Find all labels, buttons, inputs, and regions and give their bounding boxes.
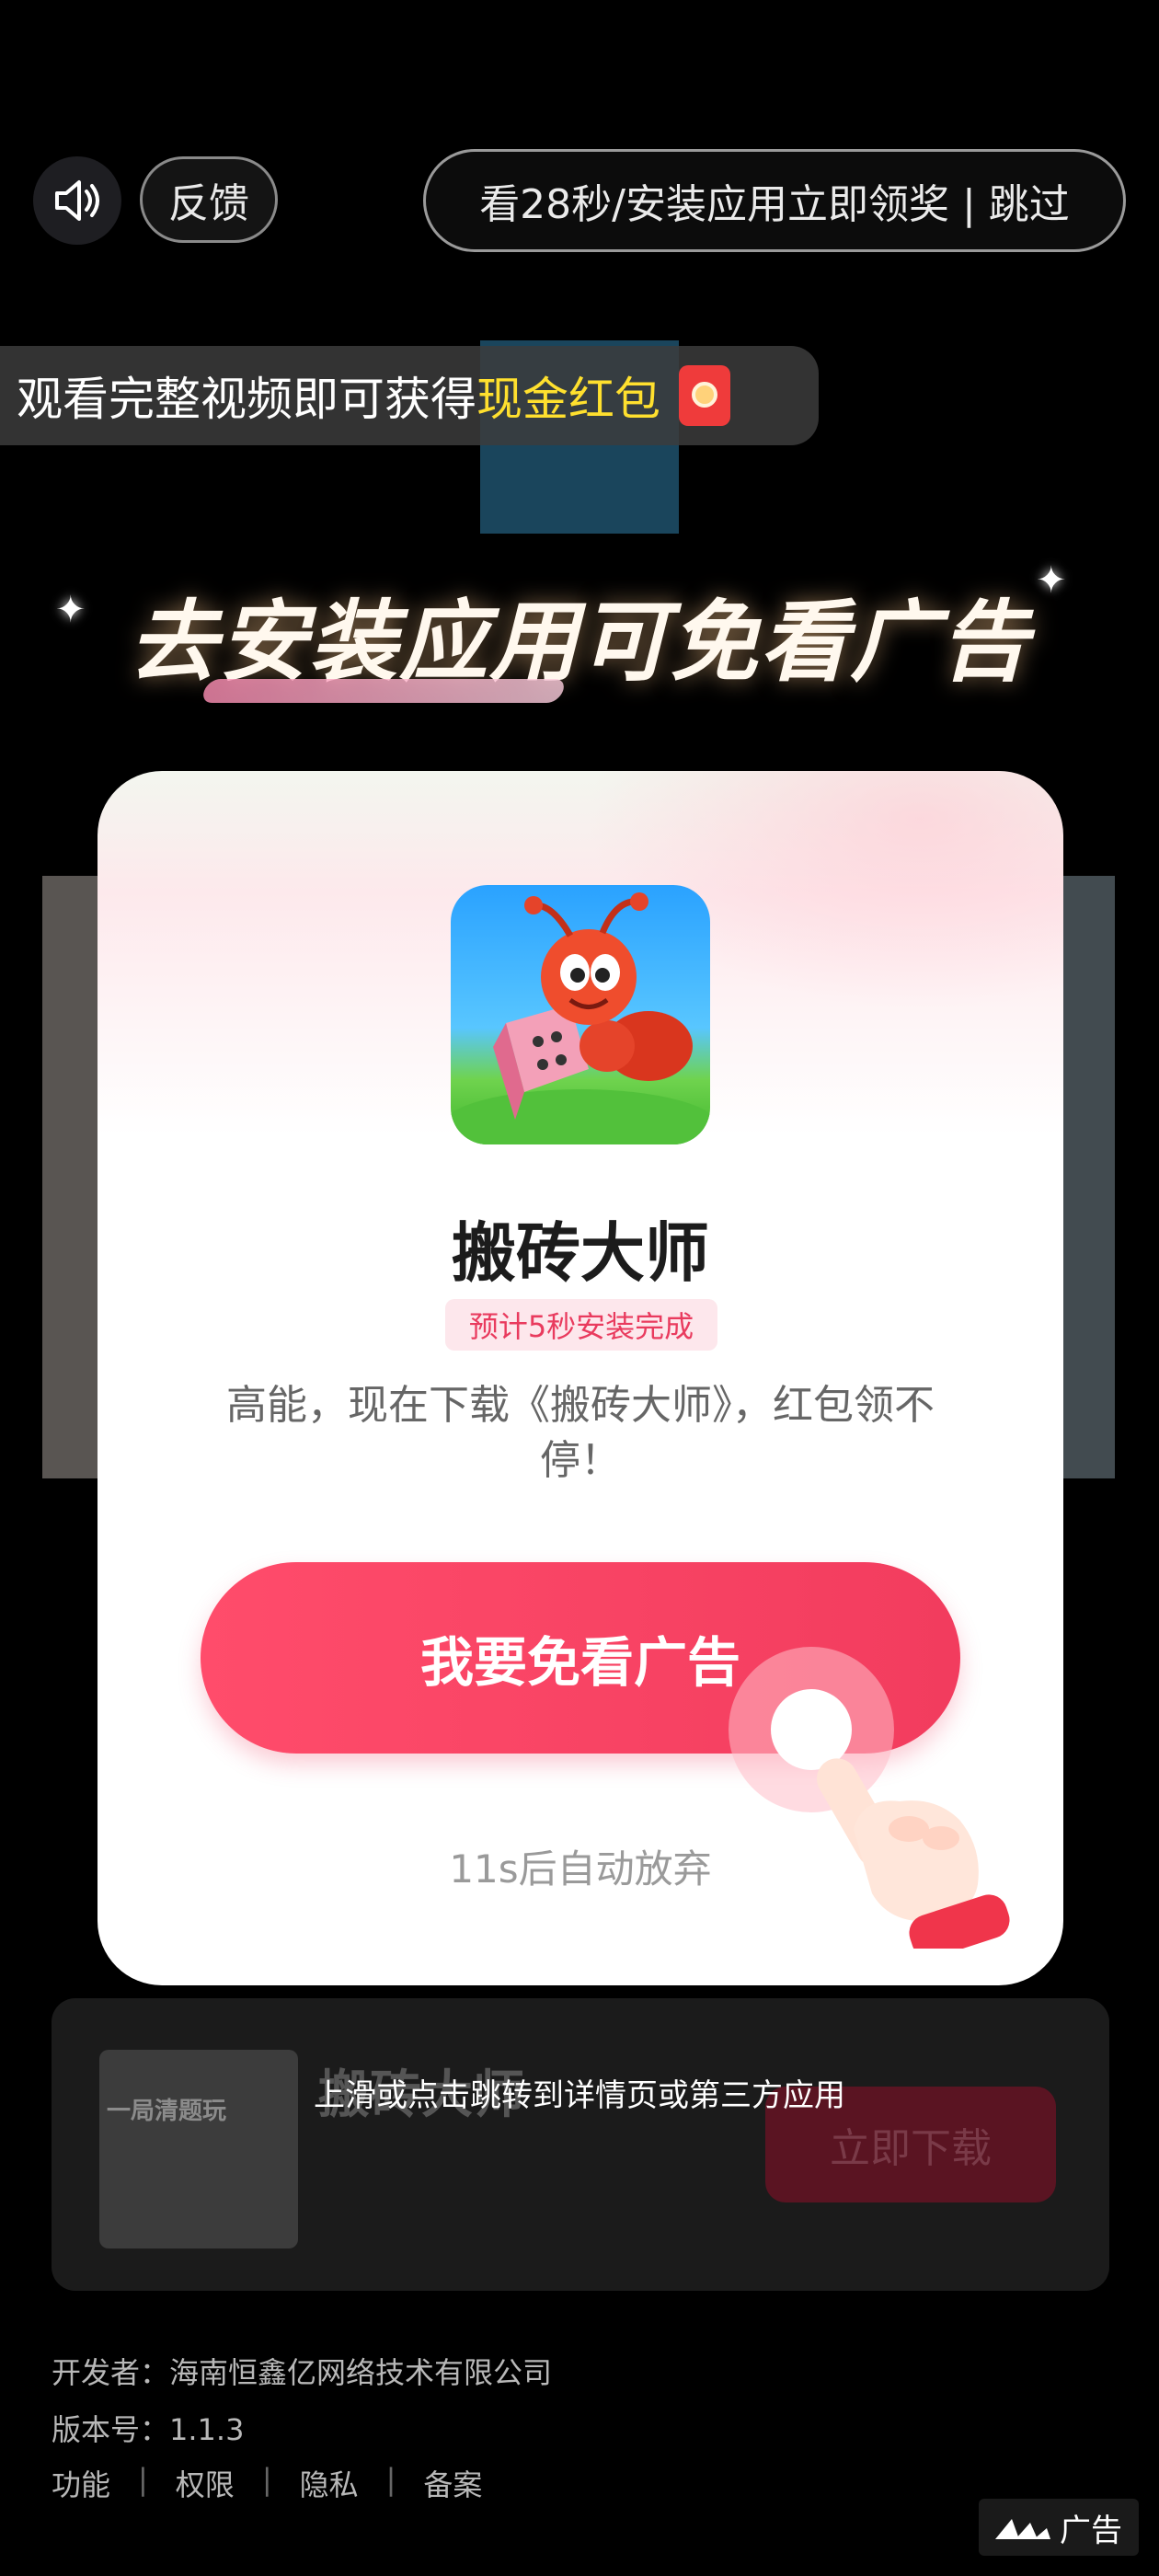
install-headline: 去安装应用可免看广告 [0, 570, 1159, 703]
background-card-right [1058, 876, 1115, 1478]
install-time-badge: 预计5秒安装完成 [445, 1299, 717, 1351]
app-name: 搬砖大师 [452, 1215, 709, 1291]
divider: | [261, 2462, 272, 2497]
sound-toggle-button[interactable] [33, 156, 121, 245]
ad-label-text: 广告 [1060, 2512, 1122, 2549]
skip-button[interactable]: 看28秒/安装应用立即领奖 | 跳过 [423, 149, 1126, 252]
link-permissions[interactable]: 权限 [176, 2462, 235, 2504]
version-info: 版本号：1.1.3 [52, 2412, 245, 2447]
reward-text: 观看完整视频即可获得 [17, 373, 476, 426]
ant-mascot-icon [451, 892, 710, 1144]
app-icon [451, 885, 710, 1144]
divider: | [138, 2462, 148, 2497]
link-filing[interactable]: 备案 [423, 2462, 482, 2504]
app-download-card[interactable]: 一局清题玩 搬砖大师 立即下载 [52, 1998, 1109, 2291]
info-links: 功能 | 权限 | 隐私 | 备案 [52, 2462, 482, 2504]
pointing-hand-icon [817, 1758, 1010, 1949]
ad-label: 广告 [979, 2499, 1139, 2556]
divider: | [385, 2462, 396, 2497]
headline-part3: 可免看广告 [580, 591, 1030, 694]
developer-info: 开发者：海南恒鑫亿网络技术有限公司 [52, 2355, 553, 2390]
link-features[interactable]: 功能 [52, 2462, 110, 2504]
reward-banner: 观看完整视频即可获得 现金红包 [0, 346, 819, 445]
link-privacy[interactable]: 隐私 [300, 2462, 359, 2504]
headline-part1: 去 [129, 591, 219, 694]
background-card-left [42, 876, 98, 1478]
red-packet-icon [679, 365, 730, 426]
feedback-button[interactable]: 反馈 [140, 156, 278, 243]
app-description: 高能，现在下载《搬砖大师》，红包领不停！ [226, 1382, 935, 1484]
speaker-icon [55, 180, 99, 221]
reward-highlight: 现金红包 [476, 373, 660, 426]
ad-network-logo-icon [995, 2519, 1050, 2539]
swipe-hint: 上滑或点击跳转到详情页或第三方应用 [314, 2077, 845, 2114]
headline-underline [200, 679, 568, 703]
